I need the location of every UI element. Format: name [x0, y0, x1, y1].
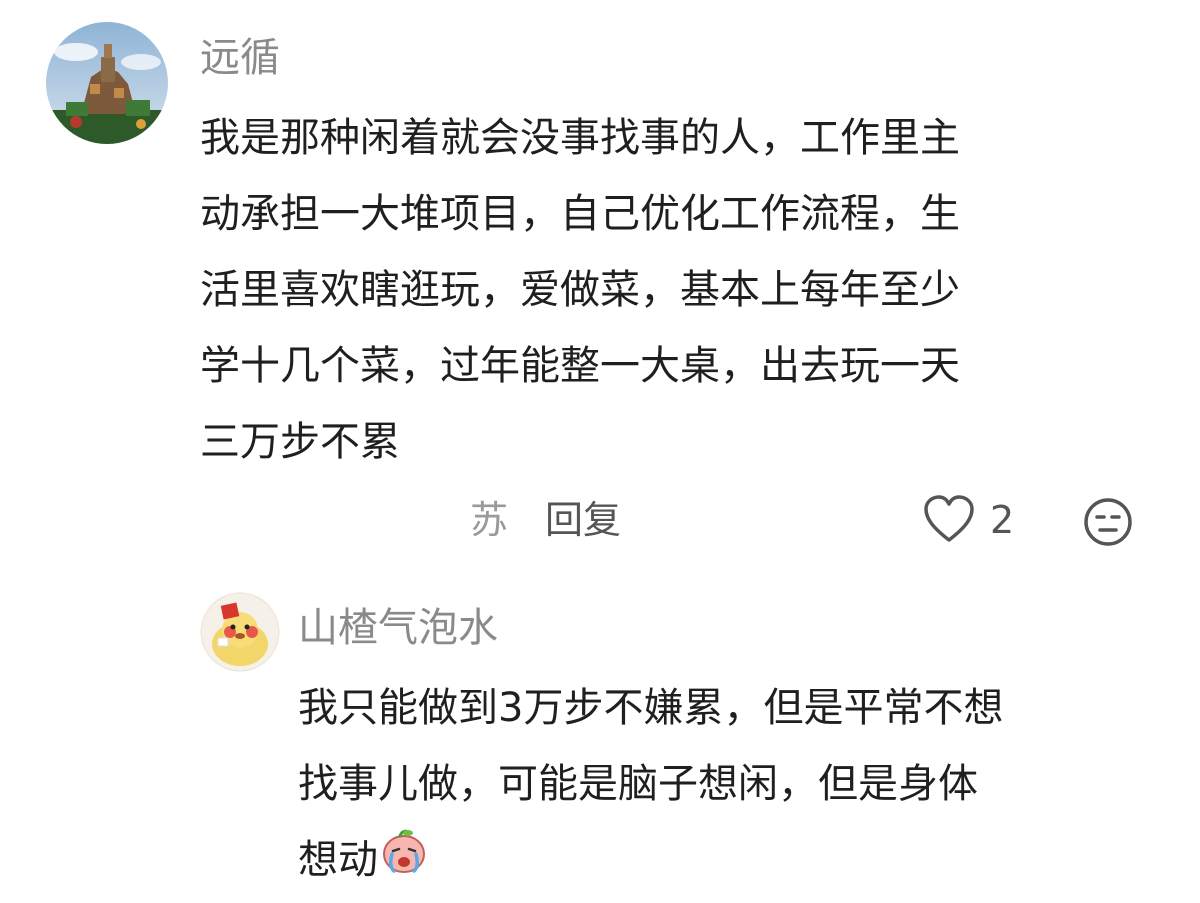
comment-text-line: 我只能做到3万步不嫌累，但是平常不想 — [298, 685, 1004, 731]
comment-text-line: 找事儿做，可能是脑子想闲，但是身体 — [298, 761, 978, 807]
comment-text: 我只能做到3万步不嫌累，但是平常不想 找事儿做，可能是脑子想闲，但是身体 想动 — [298, 670, 1003, 901]
username[interactable]: 远循 — [200, 30, 280, 86]
reply-button[interactable]: 回复 — [545, 496, 621, 544]
avatar[interactable] — [200, 592, 280, 672]
like-count: 2 — [990, 498, 1015, 542]
avatar-castle-image — [46, 22, 168, 144]
comment-text-line: 想动 — [298, 822, 1003, 901]
comment-text-line: 学十几个菜，过年能整一大桌，出去玩一天 — [200, 343, 960, 389]
heart-outline-icon[interactable] — [922, 494, 976, 546]
comment-text-line: 动承担一大堆项目，自己优化工作流程，生 — [200, 191, 960, 237]
comment-text-line: 我是那种闲着就会没事找事的人，工作里主 — [200, 115, 960, 161]
comment-text-line: 三万步不累 — [200, 419, 400, 465]
username[interactable]: 山楂气泡水 — [298, 600, 498, 656]
comment-text-fragment: 想动 — [298, 837, 378, 883]
avatar-cartoon-image — [200, 592, 280, 672]
crying-peach-emoji — [378, 824, 430, 901]
reply-comment-1: 山楂气泡水 我只能做到3万步不嫌累，但是平常不想 找事儿做，可能是脑子想闲，但是… — [0, 580, 1200, 903]
avatar[interactable] — [46, 22, 168, 144]
comment-1: 远循 我是那种闲着就会没事找事的人，工作里主 动承担一大堆项目，自己优化工作流程… — [0, 0, 1200, 580]
comment-text: 我是那种闲着就会没事找事的人，工作里主 动承担一大堆项目，自己优化工作流程，生 … — [200, 100, 960, 480]
unamused-face-icon[interactable] — [1082, 496, 1134, 548]
comment-location: 苏 — [470, 498, 509, 542]
comment-text-line: 活里喜欢瞎逛玩，爱做菜，基本上每年至少 — [200, 267, 960, 313]
